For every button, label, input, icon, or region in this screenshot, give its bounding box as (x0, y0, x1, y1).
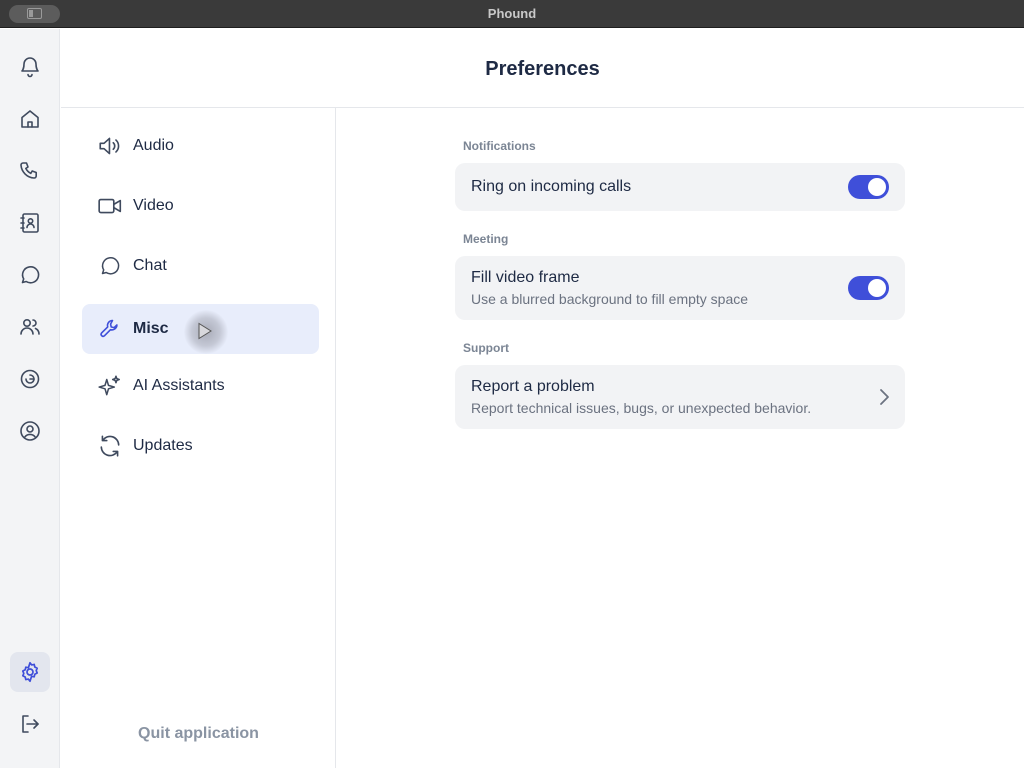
nav-item-label: AI Assistants (133, 377, 225, 394)
preferences-nav: Audio Video Chat Misc AI Assistants Upda… (61, 108, 336, 768)
nav-item-updates[interactable]: Updates (82, 421, 319, 471)
chevron-right-icon (880, 389, 889, 405)
nav-item-label: Updates (133, 437, 193, 454)
rail-notifications[interactable] (10, 47, 50, 87)
rail-ai[interactable] (10, 359, 50, 399)
nav-item-ai-assistants[interactable]: AI Assistants (82, 361, 319, 411)
rail-home[interactable] (10, 99, 50, 139)
setting-title: Report a problem (471, 378, 595, 395)
rail-logout[interactable] (10, 704, 50, 744)
rail-calls[interactable] (10, 151, 50, 191)
ring-on-incoming-calls-toggle[interactable] (848, 175, 889, 199)
report-a-problem-button[interactable]: Report a problem Report technical issues… (455, 365, 905, 429)
chat-bubble-icon (96, 252, 124, 280)
users-icon (20, 319, 40, 335)
chat-bubble-icon (21, 266, 40, 284)
setting-title: Ring on incoming calls (471, 178, 632, 195)
page-title: Preferences (485, 58, 600, 80)
phone-icon (20, 162, 38, 179)
sparkles-icon (96, 372, 124, 400)
nav-item-audio[interactable]: Audio (82, 121, 319, 171)
home-icon (21, 110, 39, 128)
setting-subtitle: Use a blurred background to fill empty s… (471, 291, 749, 307)
speaker-icon (96, 132, 124, 160)
page-header: Preferences (61, 29, 1024, 108)
nav-item-label: Video (133, 197, 174, 214)
window-title: Phound (487, 6, 537, 21)
wrench-icon (96, 315, 124, 343)
setting-title: Fill video frame (471, 269, 580, 286)
refresh-icon (96, 432, 124, 460)
nav-item-label: Chat (133, 257, 167, 274)
section-label-meeting: Meeting (463, 232, 509, 246)
quit-application-button[interactable]: Quit application (61, 725, 336, 743)
nav-item-chat[interactable]: Chat (82, 241, 319, 291)
setting-subtitle: Report technical issues, bugs, or unexpe… (471, 400, 812, 416)
nav-item-video[interactable]: Video (82, 181, 319, 231)
bell-icon (21, 57, 39, 78)
pointer-icon (198, 322, 212, 340)
nav-item-label: Misc (133, 320, 169, 337)
rail-chat[interactable] (10, 255, 50, 295)
logout-icon (22, 715, 39, 733)
gear-icon (21, 661, 39, 683)
fill-video-frame-toggle[interactable] (848, 276, 889, 300)
app-rail (0, 29, 60, 768)
title-bar: Phound (0, 0, 1024, 28)
ring-on-incoming-calls-row: Ring on incoming calls (455, 163, 905, 211)
preferences-content: Notifications Ring on incoming calls Mee… (336, 108, 1024, 768)
video-camera-icon (96, 192, 124, 220)
rail-people[interactable] (10, 307, 50, 347)
contacts-book-icon (20, 213, 39, 233)
rail-contacts[interactable] (10, 203, 50, 243)
rail-settings[interactable] (10, 652, 50, 692)
nav-item-label: Audio (133, 137, 174, 154)
mouse-cursor (184, 310, 228, 354)
user-circle-icon (20, 421, 40, 441)
swirl-icon (20, 369, 40, 389)
rail-profile[interactable] (10, 411, 50, 451)
section-label-notifications: Notifications (463, 139, 536, 153)
fill-video-frame-row: Fill video frame Use a blurred backgroun… (455, 256, 905, 320)
section-label-support: Support (463, 341, 509, 355)
